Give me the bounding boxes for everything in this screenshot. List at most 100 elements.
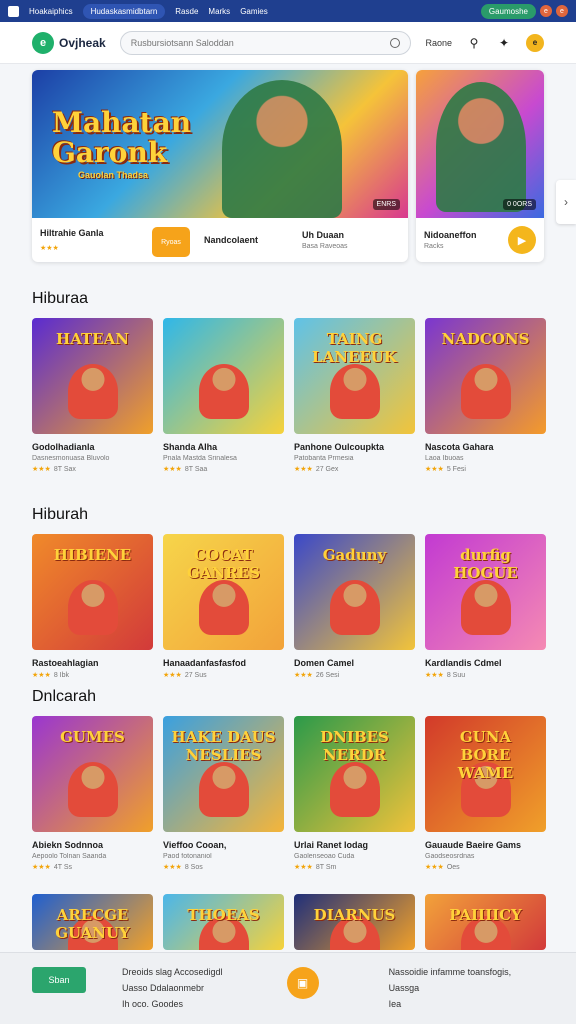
game-card[interactable]: Shanda Alha Pnala Mastda Srinalesa ★★★ 8T S… [163,318,284,473]
game-meta: 8 Suu [446,672,466,679]
game-character-art [330,762,381,818]
hero-card-side[interactable]: 0 0ORS Nidoaneffon Racks ▶ [416,70,544,262]
game-card[interactable]: COCAT GANRES Hanaadanfasfasfod ★★★ 27 Sus [163,534,284,679]
game-card[interactable]: TAING LANEEUK Panhone Oulcoupkta Patobanta… [294,318,415,473]
top-link-1[interactable]: Rasde [175,7,198,16]
game-thumbnail[interactable]: TAING LANEEUK [294,318,415,434]
game-thumbnail[interactable]: THOEAS [163,894,284,950]
game-stars: ★★★ [32,672,51,679]
game-character-art [461,580,512,636]
hero-art-title: Mahatan Garonk [52,106,192,169]
game-rating: ★★★ 8 Sos [163,863,284,871]
footer-col2-line-1[interactable]: Nassoidie infamme toansfogis, [389,967,512,977]
game-card[interactable]: NADCONS Nascota Gahara Laoa Ibuoas ★★★ 5 Fes… [425,318,546,473]
game-title[interactable]: Shanda Alha [163,442,284,452]
game-thumbnail[interactable]: durfig HOGUE [425,534,546,650]
controller-icon[interactable]: ✦ [496,35,512,51]
game-card[interactable]: HATEAN Godolhadianla Dasnesmonuasa Bluvolo… [32,318,153,473]
game-rating: ★★★ 8T Sax [32,465,153,473]
game-card[interactable]: PAIIIICY [425,894,546,950]
game-art-title: GUNA BORE WAME [457,728,514,782]
footer-col2-line-3[interactable]: Iea [389,999,512,1009]
top-green-button[interactable]: Gaumoshe [480,3,536,19]
game-character-art [330,580,381,636]
game-stars: ★★★ [294,466,313,473]
game-card[interactable]: HIBIENE Rastoeahlagian ★★★ 8 Ibk [32,534,153,679]
brand-name: Ovjheak [59,35,106,50]
game-thumbnail[interactable]: HAKE DAUS NESLIES [163,716,284,832]
header-link[interactable]: Raone [425,38,452,48]
game-title[interactable]: Urlai Ranet Iodag [294,840,415,850]
game-thumbnail[interactable]: DNIBES NERDR [294,716,415,832]
game-art-title: DIARNUS [313,906,396,924]
game-title[interactable]: Kardlandis Cdmel [425,658,546,668]
search-input[interactable] [130,37,391,48]
game-title[interactable]: Gauaude Baeire Gams [425,840,546,850]
game-thumbnail[interactable]: GUNA BORE WAME [425,716,546,832]
footer-button[interactable]: Sban [32,967,86,993]
top-link-3[interactable]: Gamies [240,7,268,16]
game-title[interactable]: Hanaadanfasfasfod [163,658,284,668]
game-thumbnail[interactable]: DIARNUS [294,894,415,950]
game-meta: 8T Saa [184,466,208,473]
top-brand[interactable]: Hoakaiphics [29,7,73,16]
search-toggle-icon[interactable]: ⚲ [466,35,482,51]
top-link-2[interactable]: Marks [208,7,230,16]
game-thumbnail[interactable]: Gaduny [294,534,415,650]
top-pill[interactable]: Hudaskasmidbtarn [82,3,166,19]
footer-col1-line-2[interactable]: Uasso Ddalaonmebr [122,983,223,993]
game-thumbnail[interactable]: ARECGE GUANUY [32,894,153,950]
game-meta: 8T Sax [53,466,76,473]
game-card[interactable]: DNIBES NERDR Urlai Ranet Iodag Gaolenseoao… [294,716,415,871]
section-title-3: Dnlcarah [32,688,97,705]
game-grid-2: HIBIENE Rastoeahlagian ★★★ 8 Ibk COCAT GANRE… [32,534,546,679]
game-thumbnail[interactable]: NADCONS [425,318,546,434]
game-title[interactable]: Panhone Oulcoupkta [294,442,415,452]
footer-column-1: Dreoids slag Accosedigdl Uasso Ddalaonme… [122,967,223,1009]
game-thumbnail[interactable]: HIBIENE [32,534,153,650]
game-card[interactable]: durfig HOGUE Kardlandis Cdmel ★★★ 8 Suu [425,534,546,679]
game-card[interactable]: DIARNUS [294,894,415,950]
game-thumbnail[interactable]: HATEAN [32,318,153,434]
hero-play-button[interactable]: Ryoas [152,227,190,257]
game-rating: ★★★ 8T Sm [294,863,415,871]
top-profile-dot[interactable]: e [556,5,568,17]
game-thumbnail[interactable]: GUMES [32,716,153,832]
hero-side-play-icon[interactable]: ▶ [508,226,536,254]
search-bar[interactable] [119,30,412,55]
game-title[interactable]: Vieffoo Cooan, [163,840,284,850]
game-thumbnail[interactable] [163,318,284,434]
game-card[interactable]: Gaduny Domen Camel ★★★ 26 Sesi [294,534,415,679]
game-card[interactable]: GUMES Abiekn Sodnnoa Aepoolo Tolnan Saanda… [32,716,153,871]
game-card[interactable]: GUNA BORE WAME Gauaude Baeire Gams Gaodseo… [425,716,546,871]
game-title[interactable]: Abiekn Sodnnoa [32,840,153,850]
game-character-art [461,364,512,420]
game-title[interactable]: Godolhadianla [32,442,153,452]
game-title[interactable]: Rastoeahlagian [32,658,153,668]
hero-card-main[interactable]: Mahatan Garonk Gauolan Thadsa ENRS Hiltr… [32,70,408,262]
game-character-art [68,580,119,636]
search-icon[interactable] [390,37,401,48]
footer-col1-line-1[interactable]: Dreoids slag Accosedigdl [122,967,223,977]
game-title[interactable]: Nascota Gahara [425,442,546,452]
hero-main-title: Hiltrahie Ganla [40,228,104,238]
game-subtitle: Paod fotonaniol [163,853,212,860]
hero-info-title: Nandcolaent [204,235,259,245]
footer-col1-line-3[interactable]: Ih oco. Goodes [122,999,223,1009]
carousel-next-button[interactable]: › [556,180,576,224]
game-thumbnail[interactable]: PAIIIICY [425,894,546,950]
footer-action-icon[interactable]: ▣ [286,967,319,999]
game-stars: ★★★ [425,672,444,679]
game-thumbnail[interactable]: COCAT GANRES [163,534,284,650]
game-card[interactable]: HAKE DAUS NESLIES Vieffoo Cooan, Paod foto… [163,716,284,871]
brand[interactable]: e Ovjheak [32,31,106,54]
top-notification-dot[interactable]: e [540,5,552,17]
header: e Ovjheak Raone ⚲ ✦ e [0,22,576,64]
avatar[interactable]: e [526,33,544,52]
game-rating: ★★★ 27 Gex [294,465,415,473]
game-title[interactable]: Domen Camel [294,658,415,668]
game-card[interactable]: ARECGE GUANUY [32,894,153,950]
game-card[interactable]: THOEAS [163,894,284,950]
footer-col2-line-2[interactable]: Uassga [389,983,512,993]
game-art-title: Gaduny [322,546,387,564]
